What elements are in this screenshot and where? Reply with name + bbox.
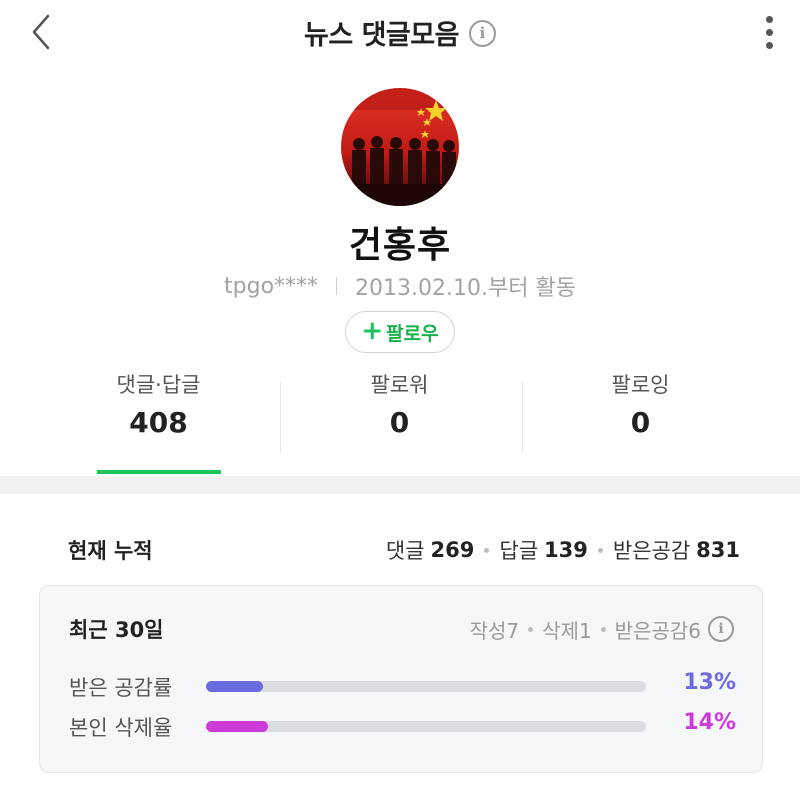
cumulative-summary: 현재 누적 댓글 269 답글 139 받은공감 831 bbox=[68, 530, 740, 570]
stat-value: 408 bbox=[129, 406, 188, 439]
more-vertical-icon[interactable] bbox=[756, 12, 782, 52]
delete-rate-label: 본인 삭제율 bbox=[69, 716, 173, 740]
tab-followers[interactable]: 팔로워 0 bbox=[279, 366, 520, 476]
username: 건홍후 bbox=[348, 225, 452, 266]
cumulative-likes-value: 831 bbox=[696, 538, 740, 562]
profile-meta: tpgo**** 2013.02.10.부터 활동 bbox=[0, 270, 800, 302]
empathy-rate-row: 받은 공감률 13% bbox=[69, 668, 736, 702]
more-dot bbox=[765, 15, 773, 23]
recent-likes: 받은공감6 bbox=[614, 618, 701, 643]
more-dot bbox=[765, 41, 773, 49]
user-id: tpgo**** bbox=[224, 273, 319, 299]
cumulative-likes-label: 받은공감 bbox=[612, 539, 691, 563]
info-icon[interactable]: i bbox=[708, 616, 734, 642]
plus-icon: + bbox=[361, 316, 384, 346]
empathy-rate-track bbox=[206, 681, 646, 692]
cumulative-replies-value: 139 bbox=[544, 538, 588, 562]
page-title: 뉴스 댓글모음 bbox=[304, 19, 459, 51]
avatar-image bbox=[341, 88, 459, 206]
recent-header: 최근 30일 작성7 삭제1 받은공감6 i bbox=[69, 612, 734, 646]
tab-comments[interactable]: 댓글·답글 408 bbox=[38, 366, 279, 476]
section-divider bbox=[0, 476, 800, 494]
stats-tabs: 댓글·답글 408 팔로워 0 팔로잉 0 bbox=[38, 366, 762, 476]
recent-title: 최근 30일 bbox=[69, 618, 164, 642]
cumulative-title: 현재 누적 bbox=[68, 539, 153, 563]
separator-dot bbox=[484, 547, 490, 553]
cumulative-stats: 댓글 269 답글 139 받은공감 831 bbox=[386, 535, 740, 565]
delete-rate-bar bbox=[206, 721, 268, 732]
recent-30-days-card: 최근 30일 작성7 삭제1 받은공감6 i 받은 공감률 13% 본인 삭제율… bbox=[39, 585, 763, 773]
delete-rate-row: 본인 삭제율 14% bbox=[69, 708, 736, 742]
recent-deleted: 삭제1 bbox=[542, 618, 592, 643]
follow-label: 팔로우 bbox=[386, 322, 439, 345]
meta-divider bbox=[336, 277, 338, 295]
empathy-rate-value: 13% bbox=[683, 670, 736, 695]
cumulative-replies-label: 답글 bbox=[499, 539, 539, 563]
stat-label: 댓글·답글 bbox=[116, 373, 201, 397]
delete-rate-track bbox=[206, 721, 646, 732]
activity-since: 2013.02.10.부터 활동 bbox=[355, 276, 576, 301]
info-icon[interactable]: i bbox=[468, 19, 496, 47]
cumulative-comments-value: 269 bbox=[430, 538, 475, 562]
separator-dot bbox=[528, 626, 534, 632]
stat-value: 0 bbox=[630, 406, 651, 439]
stat-value: 0 bbox=[389, 406, 410, 439]
more-dot bbox=[765, 28, 773, 36]
separator-dot bbox=[597, 547, 603, 553]
empathy-rate-label: 받은 공감률 bbox=[69, 676, 173, 700]
avatar[interactable] bbox=[341, 88, 459, 206]
active-tab-indicator bbox=[97, 470, 221, 474]
top-bar: 뉴스 댓글모음 i bbox=[0, 0, 800, 64]
delete-rate-value: 14% bbox=[683, 710, 736, 735]
stat-label: 팔로잉 bbox=[611, 373, 670, 397]
stat-label: 팔로워 bbox=[370, 373, 429, 397]
separator-dot bbox=[600, 626, 606, 632]
tab-following[interactable]: 팔로잉 0 bbox=[520, 366, 761, 476]
recent-written: 작성7 bbox=[469, 618, 520, 643]
follow-button[interactable]: + 팔로우 bbox=[345, 311, 455, 353]
empathy-rate-bar bbox=[206, 681, 264, 692]
cumulative-comments-label: 댓글 bbox=[385, 539, 425, 563]
recent-stats: 작성7 삭제1 받은공감6 i bbox=[470, 615, 734, 644]
title-group: 뉴스 댓글모음 i bbox=[0, 12, 800, 52]
